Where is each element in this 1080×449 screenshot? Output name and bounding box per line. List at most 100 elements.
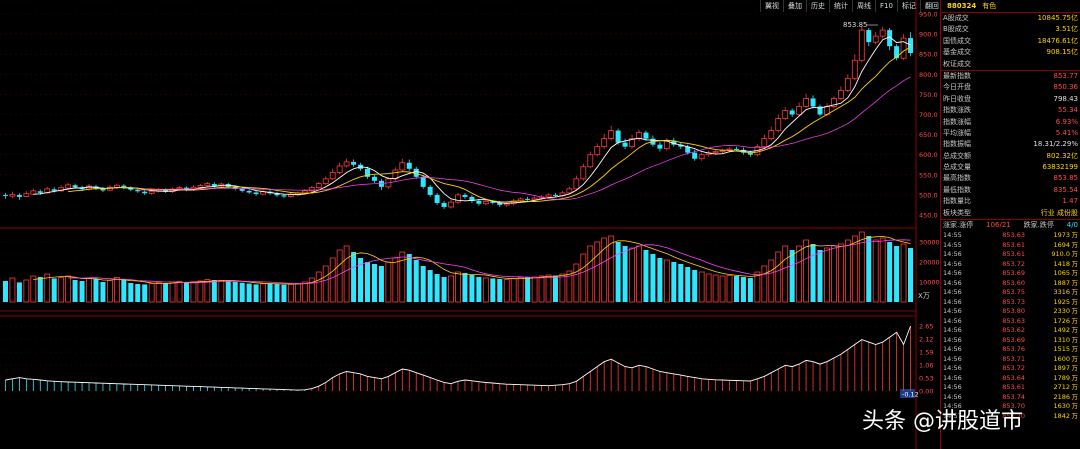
volume-tick-label: 20000	[919, 259, 940, 267]
candle-body	[16, 194, 22, 197]
volume-bar	[761, 265, 768, 303]
candle-body	[908, 38, 914, 53]
candle-body	[768, 130, 775, 140]
tick-v: 1600	[1053, 354, 1070, 363]
tick-list[interactable]: 14:55 853.63 1973 万 14:55 853.61 1694 万 14:56 853…	[941, 231, 1080, 421]
candle-body	[866, 30, 872, 43]
stat-row: 指数量比 1.47	[941, 196, 1080, 207]
toolbar-button-5[interactable]: F10	[875, 0, 897, 12]
toolbar-button-3[interactable]: 统计	[829, 0, 852, 12]
stat-label: 指数量比	[943, 197, 971, 206]
volume-bar	[872, 239, 879, 303]
volume-bar	[148, 283, 155, 303]
volume-bar	[698, 271, 705, 303]
candle-body	[851, 59, 858, 79]
volume-bar	[559, 273, 566, 303]
candle-body	[399, 162, 406, 171]
stat-value: 835.54	[1053, 185, 1079, 194]
tick-t: 14:56	[943, 288, 962, 297]
price-tick-label: 500.0	[919, 191, 938, 199]
stat-row: 昨日收盘 798.43	[941, 94, 1080, 105]
volume-bar	[844, 239, 851, 303]
tick-t: 14:56	[943, 373, 962, 382]
toolbar-button-0[interactable]: 翼视	[760, 0, 783, 12]
volume-bar	[482, 277, 489, 303]
candle-body	[441, 202, 447, 207]
stat-value: 5.41%	[1055, 128, 1078, 137]
tick-u: 万	[1071, 345, 1079, 354]
volume-bar	[260, 283, 266, 303]
tick-v: 2330	[1053, 307, 1070, 316]
stat-label: 今日开盘	[943, 83, 971, 92]
volume-bar	[336, 249, 343, 303]
volume-bar	[817, 250, 823, 302]
candle-body	[448, 201, 454, 208]
candle-body	[692, 152, 698, 159]
volume-bar	[23, 279, 30, 303]
candle-body	[900, 37, 907, 59]
tick-u: 万	[1071, 383, 1079, 392]
stat-row: 总成交量 63832199	[941, 162, 1080, 173]
tick-u: 万	[1071, 278, 1079, 287]
candle-body	[406, 162, 412, 169]
candle-body	[148, 190, 155, 194]
tick-row: 14:56 853.60 1887 万	[941, 279, 1080, 289]
tick-p: 853.63	[1002, 316, 1025, 325]
volume-bar	[246, 283, 252, 302]
stats-list: A股成交 10845.75亿 B股成交 3.51亿 国债成交 18476.61亿 基金成交 9…	[941, 13, 1080, 219]
volume-bar	[274, 284, 280, 302]
indicator-tick-label: 1.06	[919, 362, 933, 370]
tick-u: 万	[1071, 297, 1079, 306]
stat-label: 基金成交	[943, 48, 971, 57]
toolbar-button-4[interactable]: 周线	[852, 0, 875, 12]
candle-body	[782, 110, 789, 119]
toolbar-button-6[interactable]: 标记	[896, 0, 920, 12]
volume-bar	[538, 275, 545, 303]
tick-row: 14:56 853.72 1418 万	[941, 260, 1080, 270]
volume-bar	[16, 282, 22, 302]
volume-bar	[740, 277, 746, 302]
volume-bar	[392, 257, 399, 303]
tick-t: 14:56	[943, 307, 962, 316]
candle-body	[894, 46, 900, 59]
price-tick-label: 650.0	[919, 131, 938, 139]
price-tick-label: 800.0	[919, 71, 938, 79]
volume-bar	[851, 235, 858, 303]
candle-body	[698, 154, 705, 160]
tick-t: 14:56	[943, 335, 962, 344]
candle-body	[197, 185, 204, 188]
tick-u: 万	[1071, 240, 1079, 249]
volume-bar	[121, 280, 127, 302]
stat-row: 基金成交 908.15亿	[941, 47, 1080, 58]
stat-label: 最低指数	[943, 185, 971, 194]
volume-bar	[573, 263, 580, 303]
volume-bar	[371, 264, 377, 302]
volume-bar	[678, 264, 684, 302]
candle-body	[789, 110, 795, 115]
tick-v: 1842	[1053, 411, 1070, 420]
volume-bar	[288, 283, 294, 303]
tick-v: 1789	[1053, 373, 1070, 382]
candle-body	[844, 77, 851, 91]
toolbar-button-1[interactable]: 叠加	[783, 0, 806, 12]
candle-body	[525, 198, 531, 200]
volume-bar	[789, 250, 795, 302]
toolbar-button-2[interactable]: 历史	[806, 0, 829, 12]
stat-value: 802.32亿	[1046, 151, 1079, 160]
volume-bar	[364, 262, 371, 302]
volume-bar	[385, 261, 392, 303]
volume-bar	[37, 277, 43, 302]
candle-body	[239, 188, 245, 191]
volume-bar	[497, 279, 503, 302]
tick-p: 853.73	[1002, 297, 1025, 306]
tick-t: 14:55	[943, 231, 962, 240]
candle-body	[636, 132, 642, 140]
indicator-current-label: -0.12	[902, 391, 919, 399]
tick-u: 万	[1071, 250, 1079, 259]
kline-chart[interactable]: 950.0900.0850.0800.0750.0700.0650.0600.0…	[0, 0, 1080, 449]
tick-p: 853.69	[1002, 335, 1025, 344]
indicator-tick-label: 2.12	[919, 336, 933, 344]
tick-p: 853.80	[1002, 307, 1025, 316]
tick-row: 14:56 853.80 2330 万	[941, 307, 1080, 317]
candle-body	[142, 191, 148, 194]
